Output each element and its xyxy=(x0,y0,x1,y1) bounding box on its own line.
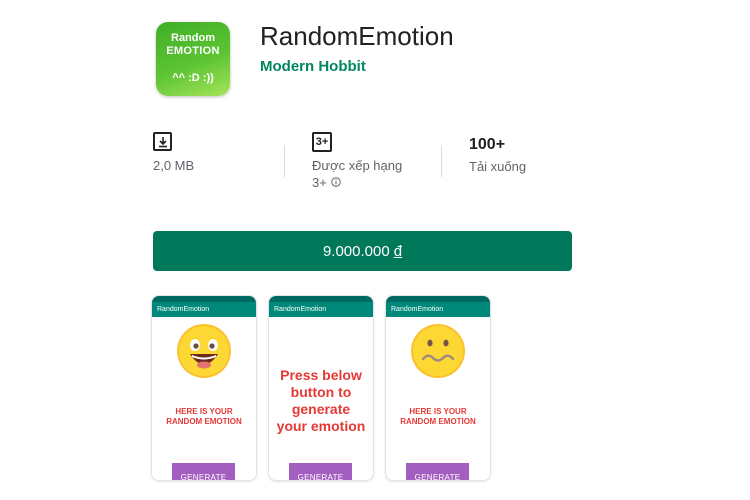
screenshot-app-bar: RandomEmotion xyxy=(269,302,373,317)
rating-sublabel: 3+ xyxy=(312,175,327,190)
confused-face-emoji xyxy=(411,324,465,378)
caption-line: RANDOM EMOTION xyxy=(400,417,476,426)
app-title: RandomEmotion xyxy=(260,21,454,51)
app-icon: Random EMOTION ^^ :D :)) xyxy=(156,22,230,96)
stat-size: 2,0 MB xyxy=(153,132,194,174)
prompt-line: your emotion xyxy=(276,418,366,434)
price-amount: 9.000.000 xyxy=(322,242,390,260)
generate-button: GENERATE xyxy=(406,463,469,480)
generate-button: GENERATE xyxy=(172,463,235,480)
caption-line: HERE IS YOUR xyxy=(175,407,233,416)
screenshot-1[interactable]: RandomEmotion HERE IS YOUR RANDOM EMOTIO… xyxy=(152,296,256,480)
downloads-value: 100+ xyxy=(469,136,506,153)
info-icon[interactable] xyxy=(331,174,341,191)
prompt-line: button to xyxy=(290,384,352,400)
developer-link[interactable]: Modern Hobbit xyxy=(260,58,366,76)
caption-line: RANDOM EMOTION xyxy=(166,417,242,426)
generate-button: GENERATE xyxy=(289,463,352,480)
prompt-text: Press below button to generate your emot… xyxy=(271,367,371,435)
screenshot-3[interactable]: RandomEmotion HERE IS YOUR RANDOM EMOTIO… xyxy=(386,296,490,480)
caption-line: HERE IS YOUR xyxy=(409,407,467,416)
app-icon-line1: Random xyxy=(171,32,215,44)
prompt-line: Press below xyxy=(280,367,362,383)
size-label: 2,0 MB xyxy=(153,158,195,173)
stat-rating[interactable]: 3+ Được xếp hạng 3+ xyxy=(312,132,402,191)
age-rating-3plus-icon: 3+ xyxy=(312,132,332,152)
divider xyxy=(441,145,442,177)
divider xyxy=(284,145,285,177)
emotion-caption: HERE IS YOUR RANDOM EMOTION xyxy=(156,407,252,427)
buy-button[interactable]: 9.000.000 đ xyxy=(153,231,572,271)
price-currency: đ xyxy=(393,242,403,260)
app-icon-line3: ^^ :D :)) xyxy=(172,72,214,84)
rating-label: Được xếp hạng xyxy=(312,158,403,173)
download-icon xyxy=(153,132,172,151)
rating-sublabel-row: 3+ xyxy=(312,174,402,191)
screenshot-app-bar: RandomEmotion xyxy=(152,302,256,317)
screenshot-app-bar: RandomEmotion xyxy=(386,302,490,317)
stat-downloads: 100+ Tải xuống xyxy=(469,135,526,175)
prompt-line: generate xyxy=(291,401,351,417)
emotion-caption: HERE IS YOUR RANDOM EMOTION xyxy=(390,407,486,427)
laughing-face-emoji xyxy=(177,324,231,378)
app-icon-line2: EMOTION xyxy=(166,45,220,57)
screenshot-2[interactable]: RandomEmotion Press below button to gene… xyxy=(269,296,373,480)
downloads-label: Tải xuống xyxy=(469,159,527,174)
